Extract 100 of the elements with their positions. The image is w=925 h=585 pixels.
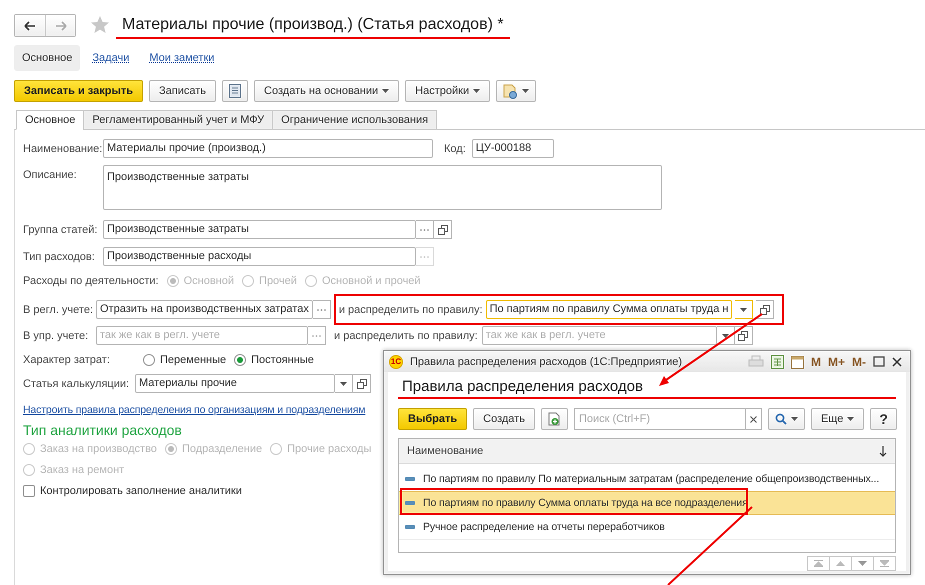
save-and-close-button[interactable]: Записать и закрыть <box>14 80 144 102</box>
field-label: Код: <box>444 142 466 154</box>
open-window-icon <box>438 224 448 234</box>
clear-icon <box>750 416 757 422</box>
item-icon <box>405 501 415 505</box>
calendar-icon[interactable] <box>790 354 804 368</box>
field-label: Статья калькуляции: <box>23 378 130 390</box>
dropdown-button[interactable]: Настройки <box>405 80 490 102</box>
dropdown-button[interactable] <box>335 374 353 393</box>
save-button[interactable]: Записать <box>149 80 216 102</box>
table-row[interactable]: По партиям по правилу Сумма оплаты труда на все подразделения <box>399 491 895 515</box>
up-button[interactable] <box>829 556 852 571</box>
radio-label: Постоянные <box>251 354 314 366</box>
caret-icon <box>847 417 854 421</box>
table-row[interactable]: Ручное распределение на отчеты переработчиков <box>399 515 895 539</box>
reports-button[interactable] <box>496 80 536 102</box>
expense-type-field[interactable]: Производственные расходы <box>103 247 416 266</box>
caret-icon <box>740 308 748 312</box>
down-icon <box>858 561 867 566</box>
create-button[interactable]: Создать <box>473 408 535 430</box>
radio-label: Основной и прочей <box>322 274 421 286</box>
search-field[interactable]: Поиск (Ctrl+F) <box>574 408 746 430</box>
last-icon <box>880 560 889 567</box>
name-field[interactable]: Материалы прочие (производ.) <box>103 139 433 158</box>
section-tab[interactable]: Основное <box>14 45 80 71</box>
radio-label: Заказ на ремонт <box>40 464 124 476</box>
caret-icon <box>340 382 347 386</box>
radio-label: Подразделение <box>182 442 262 454</box>
sort-down-icon[interactable] <box>879 446 887 456</box>
choose-button[interactable] <box>312 300 331 319</box>
caret-icon <box>382 89 390 93</box>
document-icon <box>229 84 242 98</box>
description-field[interactable]: Производственные затраты <box>103 165 662 210</box>
memory-button[interactable]: M- <box>852 354 866 368</box>
last-button[interactable] <box>873 556 896 571</box>
field-label: Тип расходов: <box>23 250 96 262</box>
radio-label: Прочей <box>259 274 297 286</box>
dropdown-button[interactable]: Создать на основании <box>254 80 400 102</box>
dropdown-button[interactable] <box>735 300 754 319</box>
table-cell: По партиям по правилу По материальным затратам (распределение общепроизводственных... <box>423 473 880 485</box>
choose-button[interactable] <box>308 326 326 345</box>
rule-field[interactable]: По партиям по правилу Сумма оплаты труда н <box>486 300 732 319</box>
maximize-icon[interactable] <box>873 356 885 367</box>
radio-button[interactable] <box>234 354 246 366</box>
open-button[interactable] <box>434 220 452 239</box>
form-tab[interactable]: Основное <box>16 110 84 130</box>
first-icon <box>814 560 823 567</box>
form-tab[interactable]: Ограничение использования <box>272 110 438 130</box>
field-label: В регл. учете: <box>23 304 94 316</box>
table-cell: Ручное распределение на отчеты переработчиков <box>423 521 665 533</box>
code-field[interactable]: ЦУ-000188 <box>472 139 554 158</box>
down-button[interactable] <box>851 556 874 571</box>
field-label: Группа статей: <box>23 224 98 236</box>
printer-icon[interactable] <box>748 354 764 368</box>
checkbox[interactable] <box>23 484 35 496</box>
memory-button[interactable]: M <box>810 354 821 368</box>
copy-button[interactable] <box>540 408 568 430</box>
clear-button[interactable] <box>746 408 762 430</box>
radio-label: Основной <box>184 274 234 286</box>
open-window-icon <box>738 330 748 340</box>
table-cell: По партиям по правилу Сумма оплаты труда на все подразделения <box>423 497 748 509</box>
memory-button[interactable]: M+ <box>828 354 845 368</box>
back-button[interactable] <box>15 15 45 36</box>
add-document-icon <box>548 412 561 426</box>
open-button[interactable] <box>756 300 774 319</box>
item-icon <box>405 477 415 481</box>
caret-icon <box>722 334 729 338</box>
field-label: и распределить по правилу: <box>338 304 483 316</box>
select-button[interactable]: Выбрать <box>398 408 468 430</box>
radio-button[interactable] <box>143 354 155 366</box>
dialog-title: Правила распределения расходов (1С:Предприятие) <box>410 356 684 368</box>
report-icon <box>503 84 518 98</box>
window-title: Материалы прочие (производ.) (Статья расходов) * <box>121 15 505 35</box>
section-tab[interactable]: Мои заметки <box>141 45 222 71</box>
field-label: Описание: <box>23 169 78 181</box>
first-button[interactable] <box>807 556 830 571</box>
calculation-item-field[interactable]: Материалы прочие <box>135 374 335 393</box>
table-row[interactable]: По партиям по правилу По материальным затратам (распределение общепроизводственных... <box>399 467 895 491</box>
help-button[interactable]: ? <box>870 408 897 430</box>
app-logo: 1С <box>389 354 403 368</box>
column-header[interactable]: Наименование <box>407 445 484 457</box>
up-icon <box>836 561 845 566</box>
field-label: Расходы по деятельности: <box>23 274 159 286</box>
group-field[interactable]: Производственные затраты <box>103 220 416 239</box>
search-icon <box>774 413 787 425</box>
accounting-field[interactable]: Отразить на производственных затратах <box>96 300 313 319</box>
field-label: Наименование: <box>23 142 103 154</box>
back-arrow-icon <box>24 20 36 30</box>
close-icon[interactable] <box>892 356 902 366</box>
checkbox-label: Контролировать заполнение аналитики <box>40 484 242 496</box>
setup-rules-link[interactable]: Настроить правила распределения по организациям и подразделениям <box>23 404 366 416</box>
more-button[interactable]: Еще <box>810 408 864 430</box>
section-tab[interactable]: Задачи <box>84 45 138 71</box>
star-icon[interactable] <box>90 15 110 35</box>
radio-label: Заказ на производство <box>40 442 157 454</box>
document-list-button[interactable] <box>222 80 248 102</box>
open-button[interactable] <box>353 374 371 393</box>
search-button[interactable] <box>768 408 805 430</box>
open-window-icon <box>356 378 366 388</box>
form-tab[interactable]: Регламентированный учет и МФУ <box>83 110 274 130</box>
